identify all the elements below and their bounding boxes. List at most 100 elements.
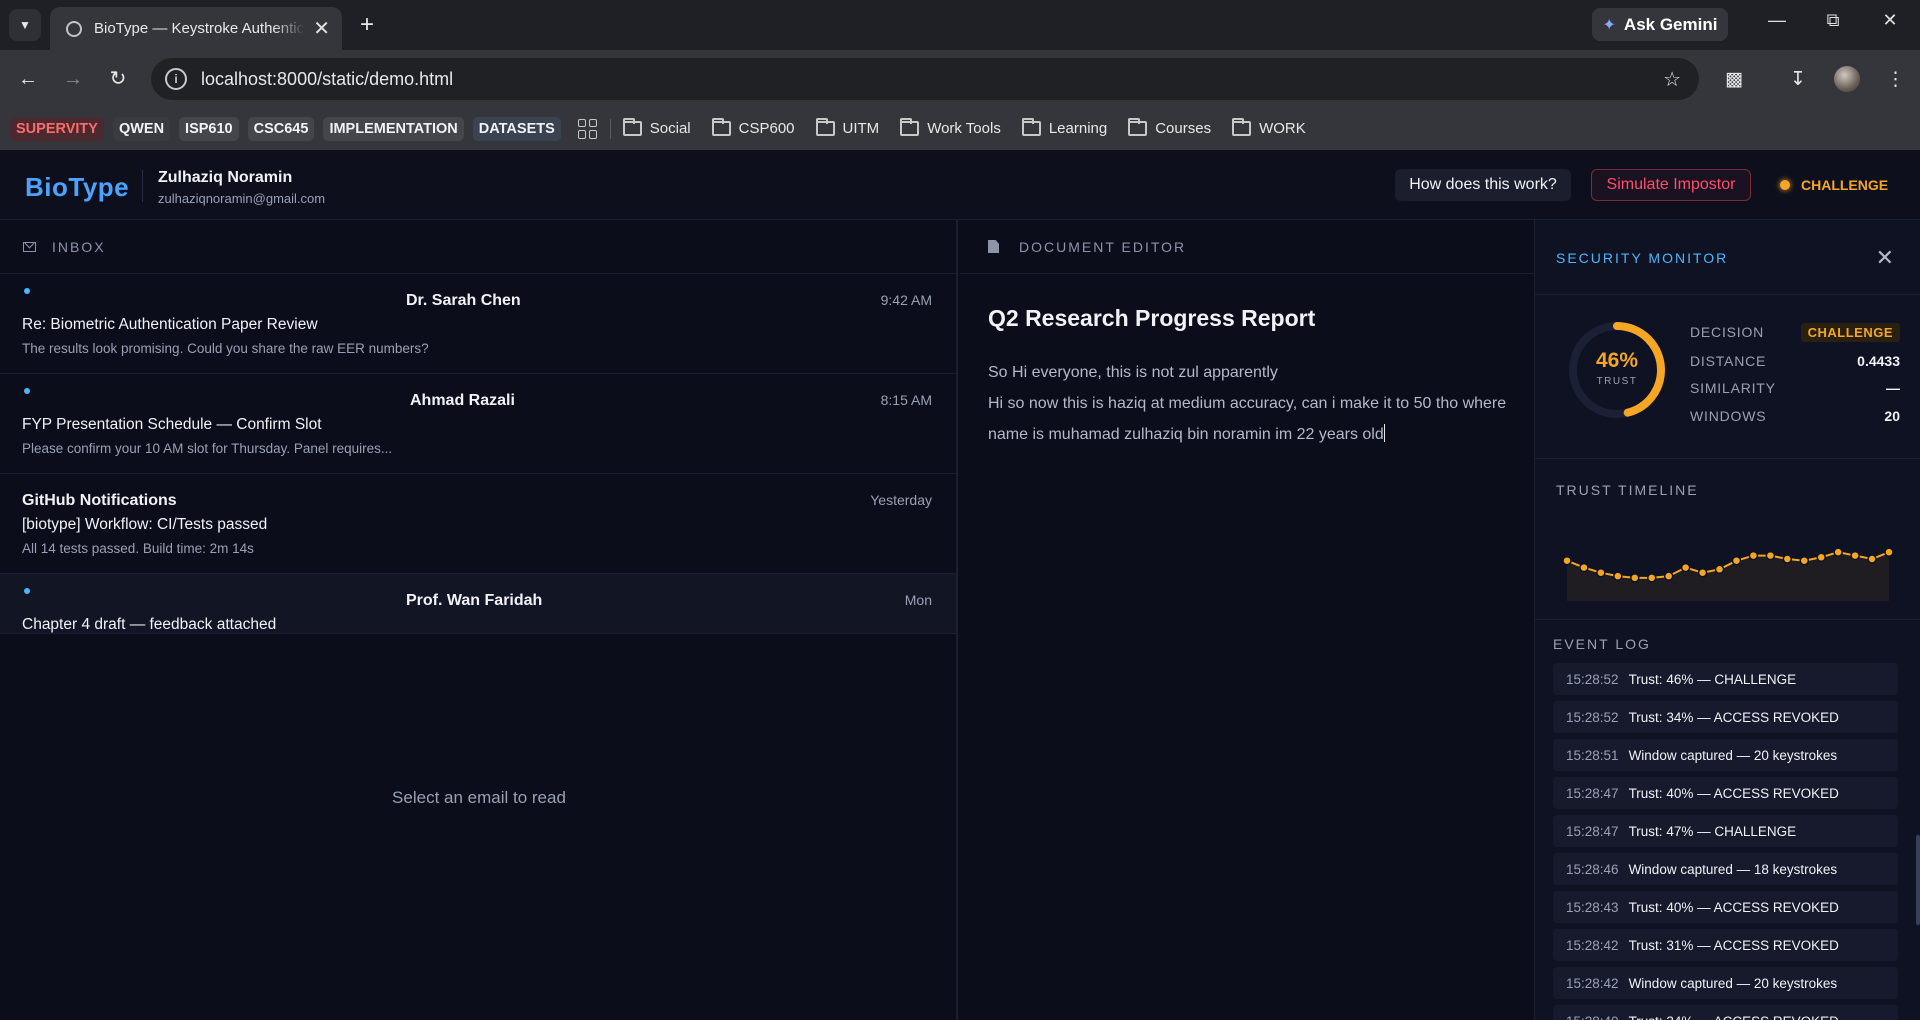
- bookmark-folder[interactable]: Work Tools: [900, 118, 1001, 137]
- bookmark-folder-label: CSP600: [738, 120, 795, 137]
- apps-grid-icon[interactable]: [577, 118, 598, 139]
- bookmark-folder[interactable]: CSP600: [711, 118, 795, 137]
- event-message: Trust: 34% — ACCESS REVOKED: [1628, 709, 1839, 725]
- biotype-app: BioType Zulhaziq Noramin zulhaziqnoramin…: [0, 150, 1920, 1020]
- bookmark-chip[interactable]: DATASETS: [472, 116, 561, 141]
- active-tab[interactable]: BioType — Keystroke Authentication ✕: [50, 7, 342, 50]
- timeline-point: [1714, 564, 1725, 575]
- simulate-impostor-button[interactable]: Simulate Impostor: [1591, 169, 1751, 201]
- document-title[interactable]: Q2 Research Progress Report: [988, 305, 1315, 332]
- profile-avatar[interactable]: [1834, 66, 1860, 92]
- browser-menu-icon[interactable]: ⋮: [1886, 68, 1905, 91]
- event-message: Trust: 40% — ACCESS REVOKED: [1628, 785, 1839, 801]
- document-body[interactable]: So Hi everyone, this is not zul apparent…: [988, 357, 1534, 450]
- event-time: 15:28:52: [1566, 671, 1619, 687]
- tab-close-icon[interactable]: ✕: [313, 16, 330, 41]
- how-it-works-button[interactable]: How does this work?: [1395, 169, 1571, 201]
- email-time: Mon: [904, 592, 932, 608]
- address-bar[interactable]: i localhost:8000/static/demo.html ☆: [151, 58, 1699, 100]
- event-time: 15:28:51: [1566, 747, 1619, 763]
- bookmark-chip[interactable]: ISP610: [179, 116, 239, 141]
- document-line[interactable]: So Hi everyone, this is not zul apparent…: [988, 357, 1534, 388]
- bookmark-folder[interactable]: Courses: [1128, 118, 1212, 137]
- email-item[interactable]: Prof. Wan Faridah Mon Chapter 4 draft — fe…: [0, 574, 956, 634]
- new-tab-icon[interactable]: +: [352, 10, 382, 40]
- email-sender: Ahmad Razali: [410, 392, 515, 409]
- email-preview: Please confirm your 10 AM slot for Thurs…: [22, 441, 393, 456]
- bookmark-folder-label: UITM: [842, 120, 880, 137]
- bookmark-star-icon[interactable]: ☆: [1663, 67, 1681, 92]
- bookmark-chip[interactable]: CSC645: [247, 116, 315, 141]
- browser-toolbar: ← → ↻ i localhost:8000/static/demo.html …: [0, 50, 1920, 107]
- gemini-sparkle-icon: ✦: [1602, 16, 1616, 34]
- monitor-scrollbar[interactable]: [1916, 835, 1920, 925]
- tab-search-chevron-icon[interactable]: ▼: [9, 9, 41, 41]
- event-message: Trust: 47% — CHALLENGE: [1628, 823, 1797, 839]
- unread-dot-icon: [24, 288, 30, 294]
- bookmark-folder[interactable]: Learning: [1021, 118, 1107, 137]
- inbox-header: INBOX: [0, 220, 956, 274]
- restore-icon[interactable]: ⧉: [1813, 10, 1853, 31]
- bookmark-chips: SUPERVITY QWEN ISP610 CSC645 IMPLEMENTATION D…: [10, 116, 570, 141]
- document-line-last[interactable]: name is muhamad zulhaziq bin noramin im …: [988, 419, 1534, 450]
- event-list: 15:28:52 Trust: 46% — CHALLENGE 15:28:52 Tr…: [1553, 663, 1898, 1020]
- email-item[interactable]: GitHub Notifications Yesterday [biotype] W…: [0, 474, 956, 574]
- bookmark-folder[interactable]: WORK: [1232, 118, 1306, 137]
- site-info-icon[interactable]: i: [165, 68, 187, 90]
- bookmark-chip[interactable]: IMPLEMENTATION: [323, 116, 464, 141]
- eventlog-title: EVENT LOG: [1553, 636, 1651, 652]
- bookmark-folder[interactable]: UITM: [815, 118, 880, 137]
- back-arrow-icon[interactable]: ←: [13, 64, 43, 94]
- timeline-point: [1663, 571, 1674, 581]
- extensions-icon[interactable]: ▩: [1725, 68, 1743, 91]
- event-log-entry: 15:28:51 Window captured — 20 keystrokes: [1553, 739, 1898, 771]
- editor-header: DOCUMENT EDITOR: [960, 220, 1534, 274]
- user-name: Zulhaziq Noramin: [158, 169, 293, 186]
- event-time: 15:28:43: [1566, 899, 1619, 915]
- monitor-close-icon[interactable]: ✕: [1876, 245, 1894, 271]
- bookmark-chip[interactable]: SUPERVITY: [10, 116, 104, 141]
- downloads-icon[interactable]: ↧: [1790, 68, 1806, 91]
- email-item[interactable]: Ahmad Razali 8:15 AM FYP Presentation Sche…: [0, 374, 956, 474]
- timeline-point: [1850, 550, 1860, 561]
- email-subject: Chapter 4 draft — feedback attached: [22, 616, 277, 633]
- distance-row: DISTANCE 0.4433: [1690, 350, 1900, 372]
- document-line-text[interactable]: name is muhamad zulhaziq bin noramin im …: [988, 426, 1384, 443]
- timeline-point: [1613, 571, 1623, 581]
- document-line[interactable]: Hi so now this is haziq at medium accura…: [988, 388, 1534, 419]
- event-message: Window captured — 18 keystrokes: [1628, 861, 1838, 877]
- event-time: 15:28:46: [1566, 861, 1619, 877]
- timeline-point: [1765, 550, 1776, 561]
- monitor-header: SECURITY MONITOR ✕: [1535, 220, 1920, 295]
- event-message: Window captured — 20 keystrokes: [1628, 747, 1838, 763]
- folder-icon: [711, 118, 731, 136]
- forward-arrow-icon[interactable]: →: [58, 64, 88, 94]
- email-item[interactable]: Dr. Sarah Chen 9:42 AM Re: Biometric Authe…: [0, 274, 956, 374]
- timeline-point: [1646, 573, 1657, 583]
- email-subject: [biotype] Workflow: CI/Tests passed: [22, 516, 268, 533]
- decision-row: DECISION CHALLENGE: [1690, 321, 1900, 343]
- trust-timeline-chart: [1562, 547, 1894, 601]
- bookmark-folder[interactable]: Social: [622, 118, 691, 137]
- event-time: 15:28:42: [1566, 975, 1619, 991]
- folder-icon: [815, 118, 835, 136]
- timeline-point: [1884, 547, 1894, 557]
- trust-summary: 46% TRUST DECISION CHALLENGE DISTANCE 0.…: [1535, 295, 1920, 459]
- bookmark-chip[interactable]: QWEN: [112, 116, 171, 141]
- url-text[interactable]: localhost:8000/static/demo.html: [201, 69, 453, 90]
- bookmark-folder-label: Courses: [1155, 120, 1212, 137]
- minimize-icon[interactable]: —: [1757, 10, 1797, 31]
- app-header: BioType Zulhaziq Noramin zulhaziqnoramin…: [0, 150, 1920, 220]
- reload-icon[interactable]: ↻: [103, 64, 133, 94]
- text-caret: [1383, 424, 1385, 442]
- windows-row: WINDOWS 20: [1690, 405, 1900, 427]
- unread-dot-icon: [24, 588, 30, 594]
- header-divider: [142, 170, 143, 202]
- brand-logo[interactable]: BioType: [25, 172, 129, 203]
- inbox-panel: INBOX Dr. Sarah Chen 9:42 AM Re: Biometric…: [0, 220, 958, 1020]
- ask-gemini-button[interactable]: ✦ Ask Gemini: [1592, 8, 1728, 41]
- user-email: zulhaziqnoramin@gmail.com: [158, 191, 326, 206]
- timeline-point: [1697, 567, 1708, 578]
- event-message: Trust: 40% — ACCESS REVOKED: [1628, 899, 1839, 915]
- window-close-icon[interactable]: ✕: [1870, 10, 1910, 31]
